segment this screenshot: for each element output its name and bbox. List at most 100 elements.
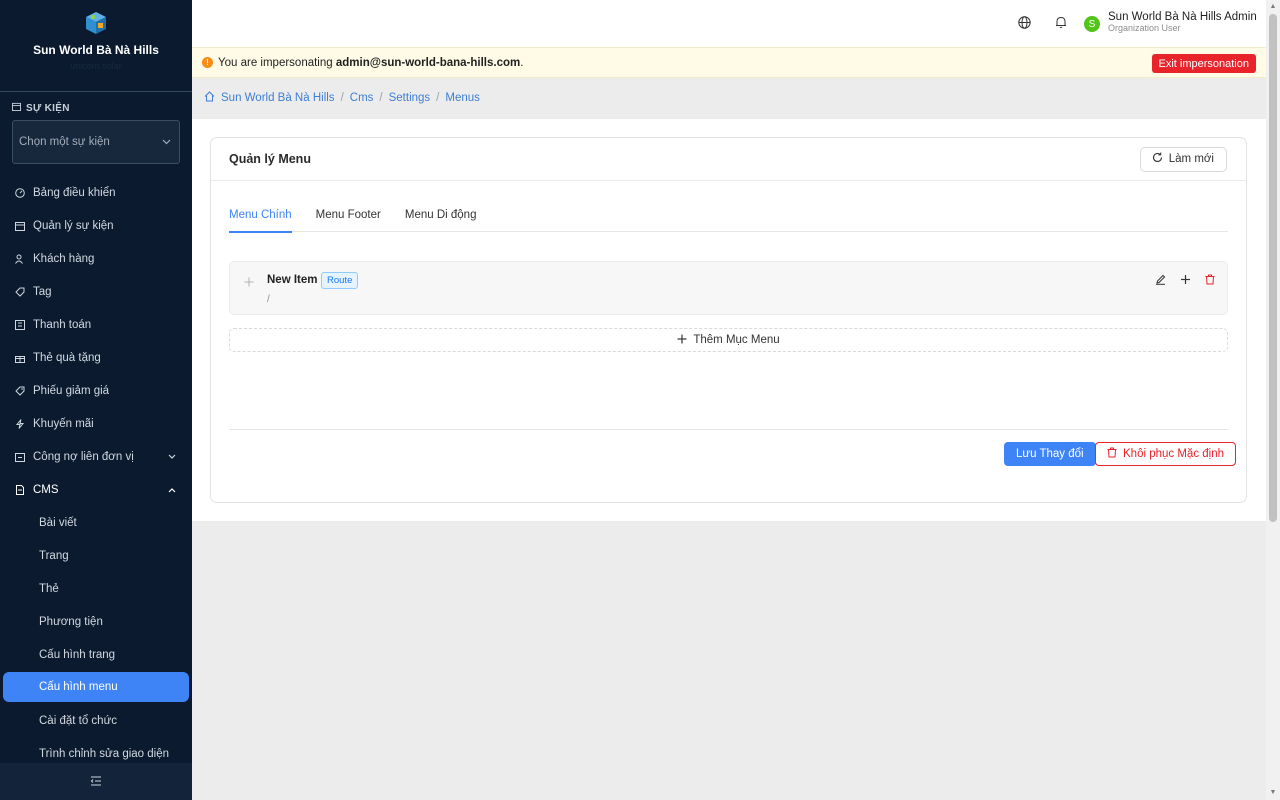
plus-icon	[677, 334, 687, 347]
tab-footer-menu[interactable]: Menu Footer	[316, 204, 381, 232]
calendar-icon	[12, 102, 21, 114]
event-select-placeholder: Chọn một sự kiện	[19, 136, 110, 148]
sidebar-item-label: CMS	[33, 483, 59, 496]
scroll-up-icon[interactable]: ▲	[1269, 3, 1277, 11]
restore-defaults-button[interactable]: Khôi phục Mặc định	[1095, 442, 1237, 466]
card-header: Quản lý Menu Làm mới	[211, 138, 1246, 181]
breadcrumb-org[interactable]: Sun World Bà Nà Hills	[221, 92, 335, 104]
lightning-icon	[15, 418, 25, 429]
menu-item-title: New Item	[267, 274, 318, 286]
save-changes-button[interactable]: Lưu Thay đổi	[1004, 442, 1096, 466]
sidebar-collapse-button[interactable]	[0, 763, 192, 800]
menu-management-card: Quản lý Menu Làm mới Menu Chính Menu Foo…	[210, 137, 1247, 503]
event-section: SỰ KIỆN Chọn một sự kiện	[0, 92, 192, 164]
tab-mobile-menu[interactable]: Menu Di động	[405, 204, 477, 232]
breadcrumb-separator: /	[436, 92, 440, 104]
bell-icon[interactable]	[1055, 16, 1067, 32]
sidebar-item-label: Phiếu giảm giá	[33, 384, 110, 397]
coupon-icon	[15, 386, 25, 396]
sidebar-subitem-tags[interactable]: Thẻ	[0, 572, 192, 605]
home-icon[interactable]	[204, 91, 215, 105]
sidebar-subitem-posts[interactable]: Bài viết	[0, 506, 192, 539]
breadcrumb-separator: /	[379, 92, 383, 104]
page-title: Quản lý Menu	[229, 152, 311, 166]
dashboard-icon	[15, 187, 25, 198]
calendar-icon	[15, 221, 25, 231]
sidebar-item-cms[interactable]: CMS	[0, 473, 192, 506]
user-name: Sun World Bà Nà Hills Admin	[1108, 11, 1257, 23]
divider	[229, 429, 1228, 430]
sidebar-item-tag[interactable]: Tag	[0, 275, 192, 308]
impersonation-prefix: You are impersonating	[218, 56, 336, 69]
tab-main-menu[interactable]: Menu Chính	[229, 204, 292, 233]
add-child-icon[interactable]	[1180, 274, 1191, 288]
gift-icon	[15, 353, 25, 363]
sidebar-item-label: Khách hàng	[33, 252, 95, 265]
event-select[interactable]: Chọn một sự kiện	[12, 120, 180, 164]
sidebar-subitem-menu-config[interactable]: Cấu hình menu	[3, 672, 189, 702]
brand: Sun World Bà Nà Hills unicorn.solar	[0, 0, 192, 92]
document-icon	[15, 484, 25, 495]
menu-collapse-icon	[90, 775, 102, 789]
breadcrumb-menus[interactable]: Menus	[445, 92, 480, 104]
add-menu-item-button[interactable]: Thêm Mục Menu	[229, 328, 1228, 352]
sidebar-item-label: Tag	[33, 285, 52, 298]
topbar: S Sun World Bà Nà Hills Admin Organizati…	[192, 0, 1266, 47]
tag-icon	[15, 287, 25, 297]
delete-icon[interactable]	[1205, 274, 1215, 288]
sidebar-item-dashboard[interactable]: Bảng điều khiển	[0, 176, 192, 209]
menu-item-type-badge: Route	[321, 272, 359, 289]
sidebar-item-label: Khuyến mãi	[33, 417, 94, 430]
avatar: S	[1084, 16, 1100, 32]
sidebar-item-label: Thẻ quà tặng	[33, 351, 101, 364]
warning-icon: !	[202, 57, 213, 68]
sidebar: Sun World Bà Nà Hills unicorn.solar SỰ K…	[0, 0, 192, 800]
sidebar-subitem-page-config[interactable]: Cấu hình trang	[0, 638, 192, 671]
impersonation-suffix: .	[520, 56, 524, 69]
menu-item-path: /	[267, 294, 270, 305]
sidebar-item-customers[interactable]: Khách hàng	[0, 242, 192, 275]
brand-logo-icon	[83, 10, 109, 36]
user-menu[interactable]: S Sun World Bà Nà Hills Admin Organizati…	[1084, 11, 1257, 33]
trash-icon	[1107, 447, 1117, 461]
sidebar-item-label: Thanh toán	[33, 318, 92, 331]
scroll-down-icon[interactable]: ▼	[1269, 789, 1277, 797]
brand-name: Sun World Bà Nà Hills	[33, 43, 159, 57]
chevron-up-icon	[168, 484, 176, 496]
sidebar-item-coupons[interactable]: Phiếu giảm giá	[0, 374, 192, 407]
users-icon	[15, 254, 25, 264]
sidebar-subitem-org-settings[interactable]: Cài đặt tổ chức	[0, 704, 192, 737]
sidebar-item-payment[interactable]: Thanh toán	[0, 308, 192, 341]
menu-item-actions	[1155, 274, 1215, 288]
chevron-down-icon	[162, 136, 171, 148]
chevron-down-icon	[168, 451, 176, 463]
breadcrumb-settings[interactable]: Settings	[389, 92, 431, 104]
edit-icon[interactable]	[1155, 274, 1166, 288]
sidebar-item-events[interactable]: Quản lý sự kiện	[0, 209, 192, 242]
breadcrumb-cms[interactable]: Cms	[350, 92, 374, 104]
impersonation-email: admin@sun-world-bana-hills.com	[335, 56, 521, 69]
scrollbar-thumb[interactable]	[1269, 14, 1277, 522]
user-role: Organization User	[1108, 23, 1181, 33]
sidebar-item-label: Quản lý sự kiện	[33, 219, 114, 232]
brand-subtitle: unicorn.solar	[70, 61, 122, 71]
globe-icon[interactable]	[1018, 16, 1031, 32]
sidebar-item-label: Bảng điều khiển	[33, 186, 116, 199]
sidebar-item-inter-unit-debt[interactable]: Công nợ liên đơn vị	[0, 440, 192, 473]
impersonation-banner: ! You are impersonating admin@sun-world-…	[192, 47, 1266, 78]
sidebar-item-gift-cards[interactable]: Thẻ quà tặng	[0, 341, 192, 374]
menu-item-row: New Item Route /	[229, 261, 1228, 315]
add-menu-item-label: Thêm Mục Menu	[693, 334, 780, 346]
menu-tabs: Menu Chính Menu Footer Menu Di động	[229, 204, 1228, 233]
page-scrollbar[interactable]: ▲ ▼	[1266, 0, 1280, 800]
sidebar-subitem-media[interactable]: Phương tiện	[0, 605, 192, 638]
debt-icon	[15, 452, 25, 462]
sidebar-nav: Bảng điều khiển Quản lý sự kiện Khách hà…	[0, 176, 192, 770]
exit-impersonation-button[interactable]: Exit impersonation	[1151, 54, 1256, 73]
drag-handle-icon[interactable]	[244, 274, 254, 290]
sidebar-item-label: Công nợ liên đơn vị	[33, 450, 134, 463]
payment-icon	[15, 319, 25, 330]
sidebar-subitem-pages[interactable]: Trang	[0, 539, 192, 572]
refresh-button[interactable]: Làm mới	[1139, 146, 1227, 172]
sidebar-item-promotions[interactable]: Khuyến mãi	[0, 407, 192, 440]
